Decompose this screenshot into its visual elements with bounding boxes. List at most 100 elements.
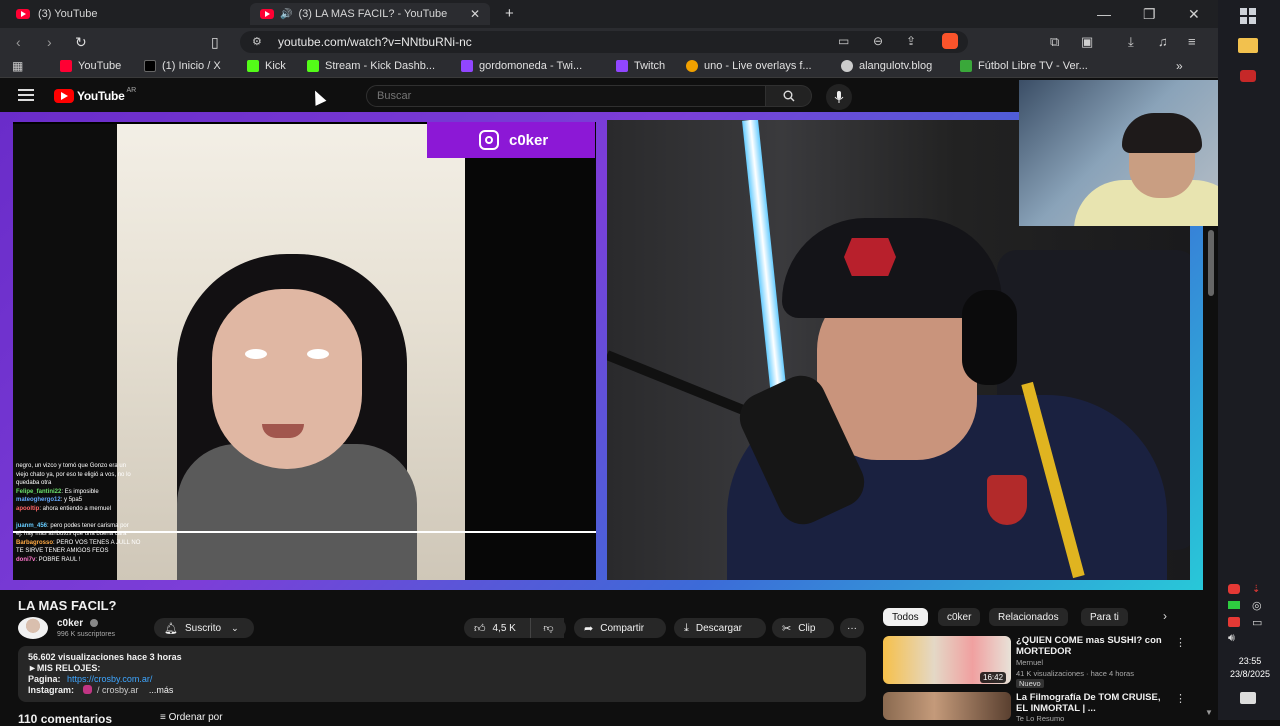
close-tab-icon[interactable]: ✕ <box>470 7 480 21</box>
chip-all[interactable]: Todos <box>883 608 928 626</box>
bookmark-gordomoneda[interactable]: gordomoneda - Twi... <box>461 60 582 72</box>
bookmark-twitch[interactable]: Twitch <box>616 60 665 72</box>
menu-icon[interactable]: ≡ <box>1188 34 1196 49</box>
channel-avatar[interactable] <box>18 617 48 639</box>
youtube-favicon-icon <box>16 9 30 19</box>
tab-current-video[interactable]: 🔊 (3) LA MAS FACIL? - YouTube ✕ <box>250 3 490 25</box>
bookmark-kick-dashboard[interactable]: Stream - Kick Dashb... <box>307 60 435 72</box>
bookmark-uno[interactable]: uno - Live overlays f... <box>686 60 812 72</box>
more-options-icon[interactable]: ⋮ <box>1175 636 1186 649</box>
instagram-icon <box>479 130 499 150</box>
globe-icon <box>841 60 853 72</box>
subscribed-button[interactable]: 🔔︎ Suscrito ⌄ <box>154 618 254 638</box>
volume-icon[interactable]: 🔊︎ <box>1228 632 1235 645</box>
brave-shield-icon[interactable] <box>942 33 958 49</box>
more-options-icon[interactable]: ⋮ <box>1175 692 1186 705</box>
bookmark-kick[interactable]: Kick <box>247 60 286 72</box>
bookmark-x[interactable]: (1) Inicio / X <box>144 60 221 72</box>
maximize-icon[interactable]: ❐ <box>1143 6 1156 23</box>
related-title[interactable]: ¿QUIEN COME mas SUSHI? con MORTEDOR <box>1016 635 1171 657</box>
view-stats: 56.602 visualizaciones hace 3 horas <box>28 652 182 662</box>
download-button[interactable]: ⤓ Descargar <box>674 618 766 638</box>
more-bookmarks-icon[interactable]: » <box>1176 59 1183 73</box>
download-icon[interactable]: ⤓ <box>1128 34 1134 50</box>
scrollbar-thumb[interactable] <box>1208 230 1214 296</box>
apps-grid-icon[interactable]: ▦ <box>12 59 23 73</box>
tab-label: (3) YouTube <box>38 8 98 20</box>
tab-youtube-home[interactable]: (3) YouTube <box>14 3 244 25</box>
extensions-icon[interactable]: ⧉ <box>1050 34 1059 50</box>
instagram-handle-badge: c0ker <box>427 122 595 158</box>
related-title[interactable]: La Filmografía De TOM CRUISE, EL INMORTA… <box>1016 692 1171 714</box>
reload-icon[interactable]: ↻ <box>75 34 87 51</box>
chip-related[interactable]: Relacionados <box>989 608 1068 626</box>
share-button[interactable]: ➦ Compartir <box>574 618 666 638</box>
hamburger-menu-icon[interactable] <box>18 89 34 101</box>
chevron-right-icon[interactable]: › <box>1163 609 1167 623</box>
tray-arrow-icon[interactable]: ⇣ <box>1252 584 1260 595</box>
bookmark-youtube[interactable]: YouTube <box>60 60 121 72</box>
bookmark-alangulotv[interactable]: alangulotv.blog <box>841 60 932 72</box>
address-bar-row: ‹ › ↻ ▯ ⚙ youtube.com/watch?v=NNtbuRNi-n… <box>0 28 1218 56</box>
zoom-icon[interactable]: ⊖ <box>873 34 883 48</box>
file-explorer-icon[interactable] <box>1238 38 1258 53</box>
led-light <box>742 120 787 390</box>
back-icon[interactable]: ‹ <box>16 34 21 50</box>
instagram-link[interactable]: / crosby.ar <box>97 685 138 695</box>
media-icon[interactable]: ♫ <box>1158 34 1168 49</box>
wallet-icon[interactable]: ▣ <box>1081 34 1093 50</box>
minimize-icon[interactable]: — <box>1097 6 1111 22</box>
close-window-icon[interactable]: ✕ <box>1188 6 1200 23</box>
search-input[interactable] <box>377 90 737 102</box>
related-channel[interactable]: Mernuel <box>1016 658 1043 667</box>
kick-icon <box>247 60 259 72</box>
chat-line: TE SIRVE TENER AMIGOS FEOS <box>16 548 109 555</box>
tray-gauge-icon[interactable]: ◎ <box>1252 599 1262 612</box>
network-icon[interactable]: ▭ <box>1252 616 1262 629</box>
search-icon <box>783 90 794 102</box>
forward-icon[interactable]: › <box>47 34 52 50</box>
clock-date[interactable]: 23/8/2025 <box>1220 669 1280 679</box>
related-channel[interactable]: Te Lo Resumo <box>1016 714 1064 723</box>
clock-time[interactable]: 23:55 <box>1220 656 1280 666</box>
dislike-button[interactable]: 👎︎ <box>530 618 566 638</box>
description-line: ►MIS RELOJES: <box>28 663 101 673</box>
cap-logo <box>844 238 896 276</box>
voice-search-button[interactable] <box>826 84 852 110</box>
bookmark-icon[interactable]: ▯ <box>211 34 219 51</box>
website-link[interactable]: https://crosby.com.ar/ <box>67 674 152 684</box>
scroll-down-icon[interactable]: ▼ <box>1205 708 1213 717</box>
tray-green-icon[interactable] <box>1228 601 1240 609</box>
sort-comments-button[interactable]: ≡ Ordenar por <box>160 712 223 723</box>
share-icon[interactable]: ⇪ <box>906 34 916 48</box>
channel-name[interactable]: c0ker <box>57 618 83 629</box>
guest-eye <box>307 349 329 359</box>
description-box[interactable]: 56.602 visualizaciones hace 3 horas ►MIS… <box>18 646 866 702</box>
tray-app-icon[interactable] <box>1228 584 1240 594</box>
windows-start-icon[interactable] <box>1240 8 1256 24</box>
related-thumbnail[interactable] <box>883 692 1011 720</box>
clip-button[interactable]: ✂ Clip <box>772 618 834 638</box>
cast-icon[interactable]: ▭ <box>838 34 849 48</box>
search-field[interactable] <box>366 85 766 107</box>
site-info-icon[interactable]: ⚙ <box>252 35 262 48</box>
search-button[interactable] <box>766 85 812 107</box>
headphones <box>962 290 1017 385</box>
uno-icon <box>686 60 698 72</box>
bookmark-futbol-libre[interactable]: Fútbol Libre TV - Ver... <box>960 60 1088 72</box>
page-scrollbar[interactable] <box>1203 226 1219 720</box>
bell-icon: 🔔︎ <box>164 622 178 635</box>
new-tab-button[interactable]: + <box>505 5 514 22</box>
url-text: youtube.com/watch?v=NNtbuRNi-nc <box>278 35 472 49</box>
url-field[interactable]: ⚙ youtube.com/watch?v=NNtbuRNi-nc ▭ ⊖ ⇪ <box>240 31 968 53</box>
notifications-icon[interactable] <box>1240 692 1256 704</box>
related-thumbnail[interactable]: 16:42 <box>883 636 1011 684</box>
tray-app-icon[interactable] <box>1228 617 1240 627</box>
youtube-logo[interactable]: YouTube AR <box>54 87 136 103</box>
chip-for-you[interactable]: Para ti <box>1081 608 1128 626</box>
more-actions-button[interactable]: ··· <box>840 618 864 638</box>
microphone-icon <box>834 91 844 103</box>
chip-channel[interactable]: c0ker <box>938 608 981 626</box>
show-more-link[interactable]: ...más <box>149 685 174 695</box>
app-icon[interactable] <box>1240 70 1256 82</box>
